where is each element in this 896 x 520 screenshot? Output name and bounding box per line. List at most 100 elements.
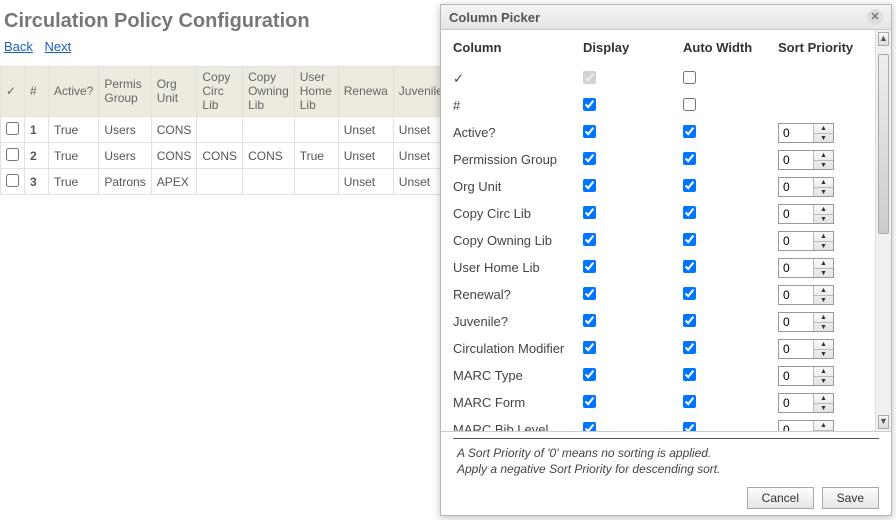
spin-down-icon[interactable]: ▼ [814,350,833,359]
sort-value[interactable] [779,421,813,431]
col-active[interactable]: Active? [49,67,99,117]
col-check[interactable]: ✓ [1,67,25,117]
spin-up-icon[interactable]: ▲ [814,205,833,215]
autowidth-checkbox[interactable] [683,71,696,84]
sort-value[interactable] [779,124,813,142]
back-link[interactable]: Back [4,39,33,54]
display-checkbox[interactable] [583,422,596,431]
scroll-thumb[interactable] [878,54,889,234]
spin-up-icon[interactable]: ▲ [814,286,833,296]
display-checkbox[interactable] [583,206,596,219]
sort-value[interactable] [779,151,813,169]
spin-up-icon[interactable]: ▲ [814,178,833,188]
close-icon[interactable]: ✕ [867,9,883,25]
display-checkbox[interactable] [583,287,596,300]
sort-value[interactable] [779,178,813,196]
display-checkbox[interactable] [583,395,596,408]
spin-up-icon[interactable]: ▲ [814,151,833,161]
display-checkbox[interactable] [583,71,596,84]
display-checkbox[interactable] [583,260,596,273]
sort-priority-input[interactable]: ▲▼ [778,285,834,305]
spin-down-icon[interactable]: ▼ [814,134,833,143]
col-num[interactable]: # [25,67,49,117]
sort-value[interactable] [779,340,813,358]
autowidth-checkbox[interactable] [683,233,696,246]
spin-down-icon[interactable]: ▼ [814,404,833,413]
sort-priority-input[interactable]: ▲▼ [778,150,834,170]
spin-up-icon[interactable]: ▲ [814,259,833,269]
spin-up-icon[interactable]: ▲ [814,313,833,323]
sort-value[interactable] [779,313,813,331]
sort-value[interactable] [779,259,813,277]
col-copyown[interactable]: Copy Owning Lib [243,67,295,117]
spin-down-icon[interactable]: ▼ [814,215,833,224]
spin-down-icon[interactable]: ▼ [814,377,833,386]
autowidth-checkbox[interactable] [683,287,696,300]
display-checkbox[interactable] [583,314,596,327]
row-checkbox[interactable] [6,148,19,161]
sort-value[interactable] [779,286,813,304]
sort-priority-input[interactable]: ▲▼ [778,231,834,251]
table-row[interactable]: 1TrueUsersCONSUnsetUnset [1,117,470,143]
display-checkbox[interactable] [583,125,596,138]
spin-down-icon[interactable]: ▼ [814,242,833,251]
display-checkbox[interactable] [583,341,596,354]
autowidth-checkbox[interactable] [683,422,696,431]
autowidth-checkbox[interactable] [683,368,696,381]
spin-up-icon[interactable]: ▲ [814,124,833,134]
sort-priority-input[interactable]: ▲▼ [778,393,834,413]
row-checkbox[interactable] [6,174,19,187]
display-checkbox[interactable] [583,179,596,192]
display-checkbox[interactable] [583,152,596,165]
col-userhome[interactable]: User Home Lib [294,67,338,117]
spin-down-icon[interactable]: ▼ [814,296,833,305]
table-row[interactable]: 3TruePatronsAPEXUnsetUnset [1,169,470,195]
sort-value[interactable] [779,394,813,412]
cancel-button[interactable]: Cancel [747,487,814,509]
scroll-down-icon[interactable]: ▼ [878,415,889,429]
save-button[interactable]: Save [822,487,879,509]
dialog-scrollbar[interactable]: ▲ ▼ [875,30,891,431]
col-renewal[interactable]: Renewa [338,67,393,117]
next-link[interactable]: Next [45,39,72,54]
spin-down-icon[interactable]: ▼ [814,161,833,170]
dialog-titlebar[interactable]: Column Picker ✕ [441,5,891,30]
autowidth-checkbox[interactable] [683,341,696,354]
sort-priority-input[interactable]: ▲▼ [778,312,834,332]
spin-up-icon[interactable]: ▲ [814,340,833,350]
sort-priority-input[interactable]: ▲▼ [778,204,834,224]
sort-priority-input[interactable]: ▲▼ [778,123,834,143]
spin-up-icon[interactable]: ▲ [814,232,833,242]
spin-down-icon[interactable]: ▼ [814,323,833,332]
col-org[interactable]: Org Unit [151,67,197,117]
spin-up-icon[interactable]: ▲ [814,367,833,377]
spin-up-icon[interactable]: ▲ [814,421,833,431]
autowidth-checkbox[interactable] [683,206,696,219]
table-row[interactable]: 2TrueUsersCONSCONSCONSTrueUnsetUnset [1,143,470,169]
col-perm[interactable]: Permis Group [99,67,151,117]
sort-priority-input[interactable]: ▲▼ [778,177,834,197]
autowidth-checkbox[interactable] [683,179,696,192]
autowidth-checkbox[interactable] [683,125,696,138]
autowidth-checkbox[interactable] [683,395,696,408]
display-checkbox[interactable] [583,233,596,246]
display-checkbox[interactable] [583,98,596,111]
autowidth-checkbox[interactable] [683,260,696,273]
row-checkbox[interactable] [6,122,19,135]
autowidth-checkbox[interactable] [683,98,696,111]
spin-down-icon[interactable]: ▼ [814,188,833,197]
sort-value[interactable] [779,205,813,223]
spin-down-icon[interactable]: ▼ [814,269,833,278]
sort-priority-input[interactable]: ▲▼ [778,420,834,431]
autowidth-checkbox[interactable] [683,152,696,165]
sort-priority-input[interactable]: ▲▼ [778,258,834,278]
sort-priority-input[interactable]: ▲▼ [778,339,834,359]
sort-value[interactable] [779,367,813,385]
sort-priority-input[interactable]: ▲▼ [778,366,834,386]
col-copycirc[interactable]: Copy Circ Lib [197,67,243,117]
display-checkbox[interactable] [583,368,596,381]
scroll-up-icon[interactable]: ▲ [878,32,889,46]
sort-value[interactable] [779,232,813,250]
spin-up-icon[interactable]: ▲ [814,394,833,404]
autowidth-checkbox[interactable] [683,314,696,327]
